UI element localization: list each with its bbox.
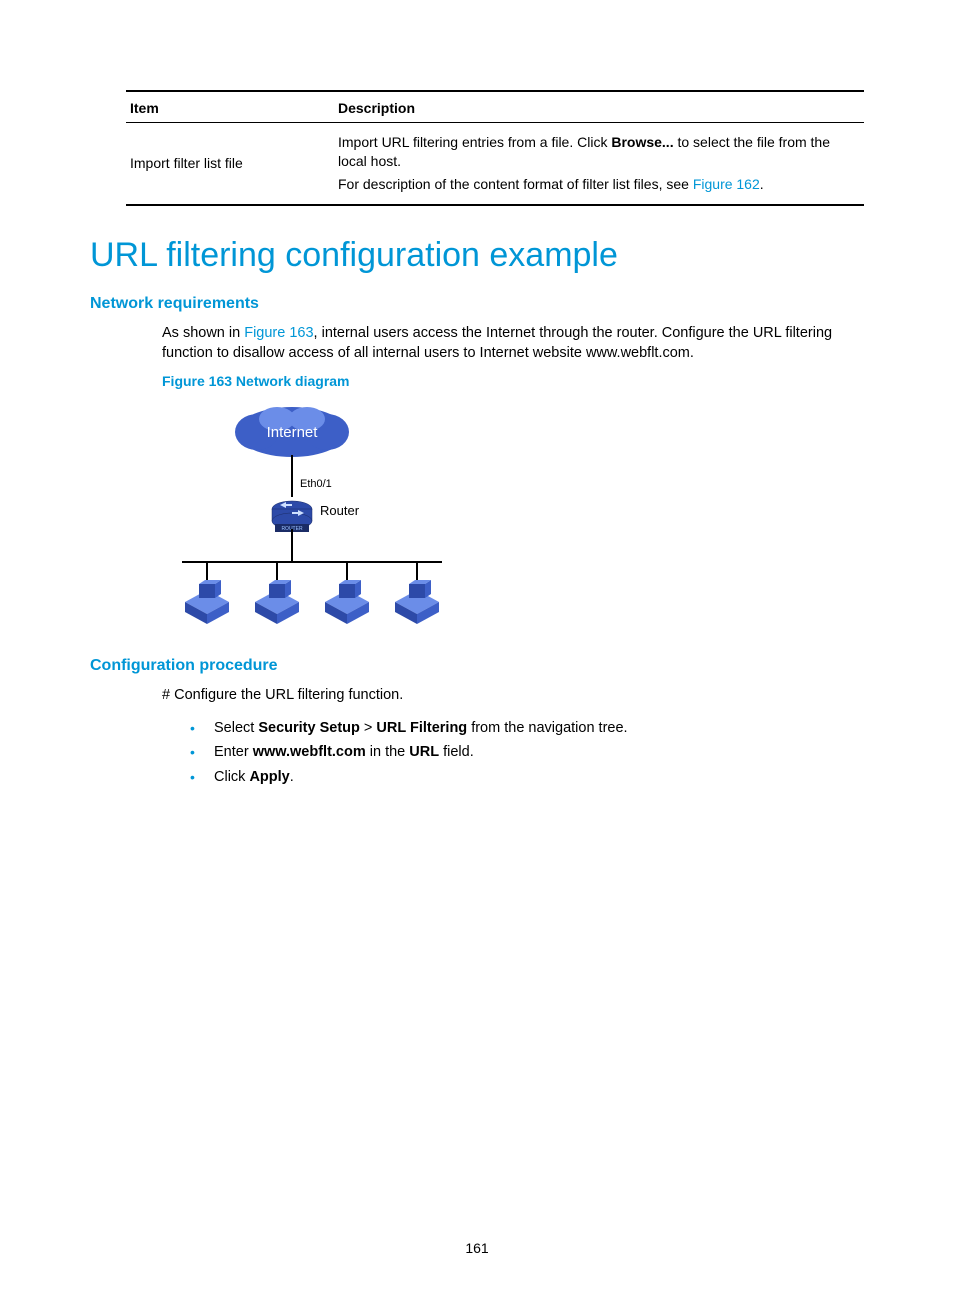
figure-162-link[interactable]: Figure 162	[693, 176, 760, 192]
host-icon	[395, 580, 439, 624]
network-requirements-heading: Network requirements	[90, 295, 864, 313]
browse-bold: Browse...	[611, 134, 673, 150]
col-item-header: Item	[126, 91, 334, 123]
cell-description: Import URL filtering entries from a file…	[334, 123, 864, 205]
procedure-list: Select Security Setup > URL Filtering fr…	[190, 716, 864, 790]
desc-line-2: For description of the content format of…	[338, 175, 860, 194]
router-icon: ROUTER	[272, 501, 312, 532]
host-icon	[325, 580, 369, 624]
figure-163-link[interactable]: Figure 163	[244, 325, 313, 341]
col-description-header: Description	[334, 91, 864, 123]
table-row: Import filter list file Import URL filte…	[126, 123, 864, 205]
network-diagram: Internet Eth0/1 ROUTER Router	[162, 397, 462, 637]
text: >	[360, 720, 377, 736]
configuration-procedure-heading: Configuration procedure	[90, 657, 864, 675]
bold: Apply	[249, 769, 289, 785]
bold: www.webflt.com	[253, 744, 366, 760]
document-page: Item Description Import filter list file…	[0, 0, 954, 1296]
config-intro: # Configure the URL filtering function.	[162, 685, 864, 705]
list-item: Select Security Setup > URL Filtering fr…	[190, 716, 864, 741]
table-header-row: Item Description	[126, 91, 864, 123]
host-icon	[255, 580, 299, 624]
page-number: 161	[0, 1240, 954, 1256]
bold: Security Setup	[258, 720, 360, 736]
bold: URL Filtering	[376, 720, 467, 736]
text: field.	[439, 744, 474, 760]
text: Select	[214, 720, 258, 736]
cell-item: Import filter list file	[126, 123, 334, 205]
description-table: Item Description Import filter list file…	[126, 90, 864, 206]
text: Enter	[214, 744, 253, 760]
text: For description of the content format of…	[338, 176, 693, 192]
text: Import URL filtering entries from a file…	[338, 134, 611, 150]
cloud-icon: Internet	[235, 407, 349, 457]
text: Click	[214, 769, 249, 785]
text: .	[290, 769, 294, 785]
text: .	[760, 176, 764, 192]
network-requirements-paragraph: As shown in Figure 163, internal users a…	[162, 323, 864, 364]
router-label: Router	[320, 503, 360, 518]
text: As shown in	[162, 325, 244, 341]
host-icon	[185, 580, 229, 624]
list-item: Click Apply.	[190, 765, 864, 790]
text: from the navigation tree.	[467, 720, 627, 736]
text: in the	[366, 744, 410, 760]
interface-label: Eth0/1	[300, 478, 332, 490]
figure-caption: Figure 163 Network diagram	[162, 373, 864, 389]
list-item: Enter www.webflt.com in the URL field.	[190, 740, 864, 765]
bold: URL	[409, 744, 439, 760]
cloud-label: Internet	[267, 424, 319, 441]
desc-line-1: Import URL filtering entries from a file…	[338, 133, 860, 171]
section-title: URL filtering configuration example	[90, 236, 864, 275]
